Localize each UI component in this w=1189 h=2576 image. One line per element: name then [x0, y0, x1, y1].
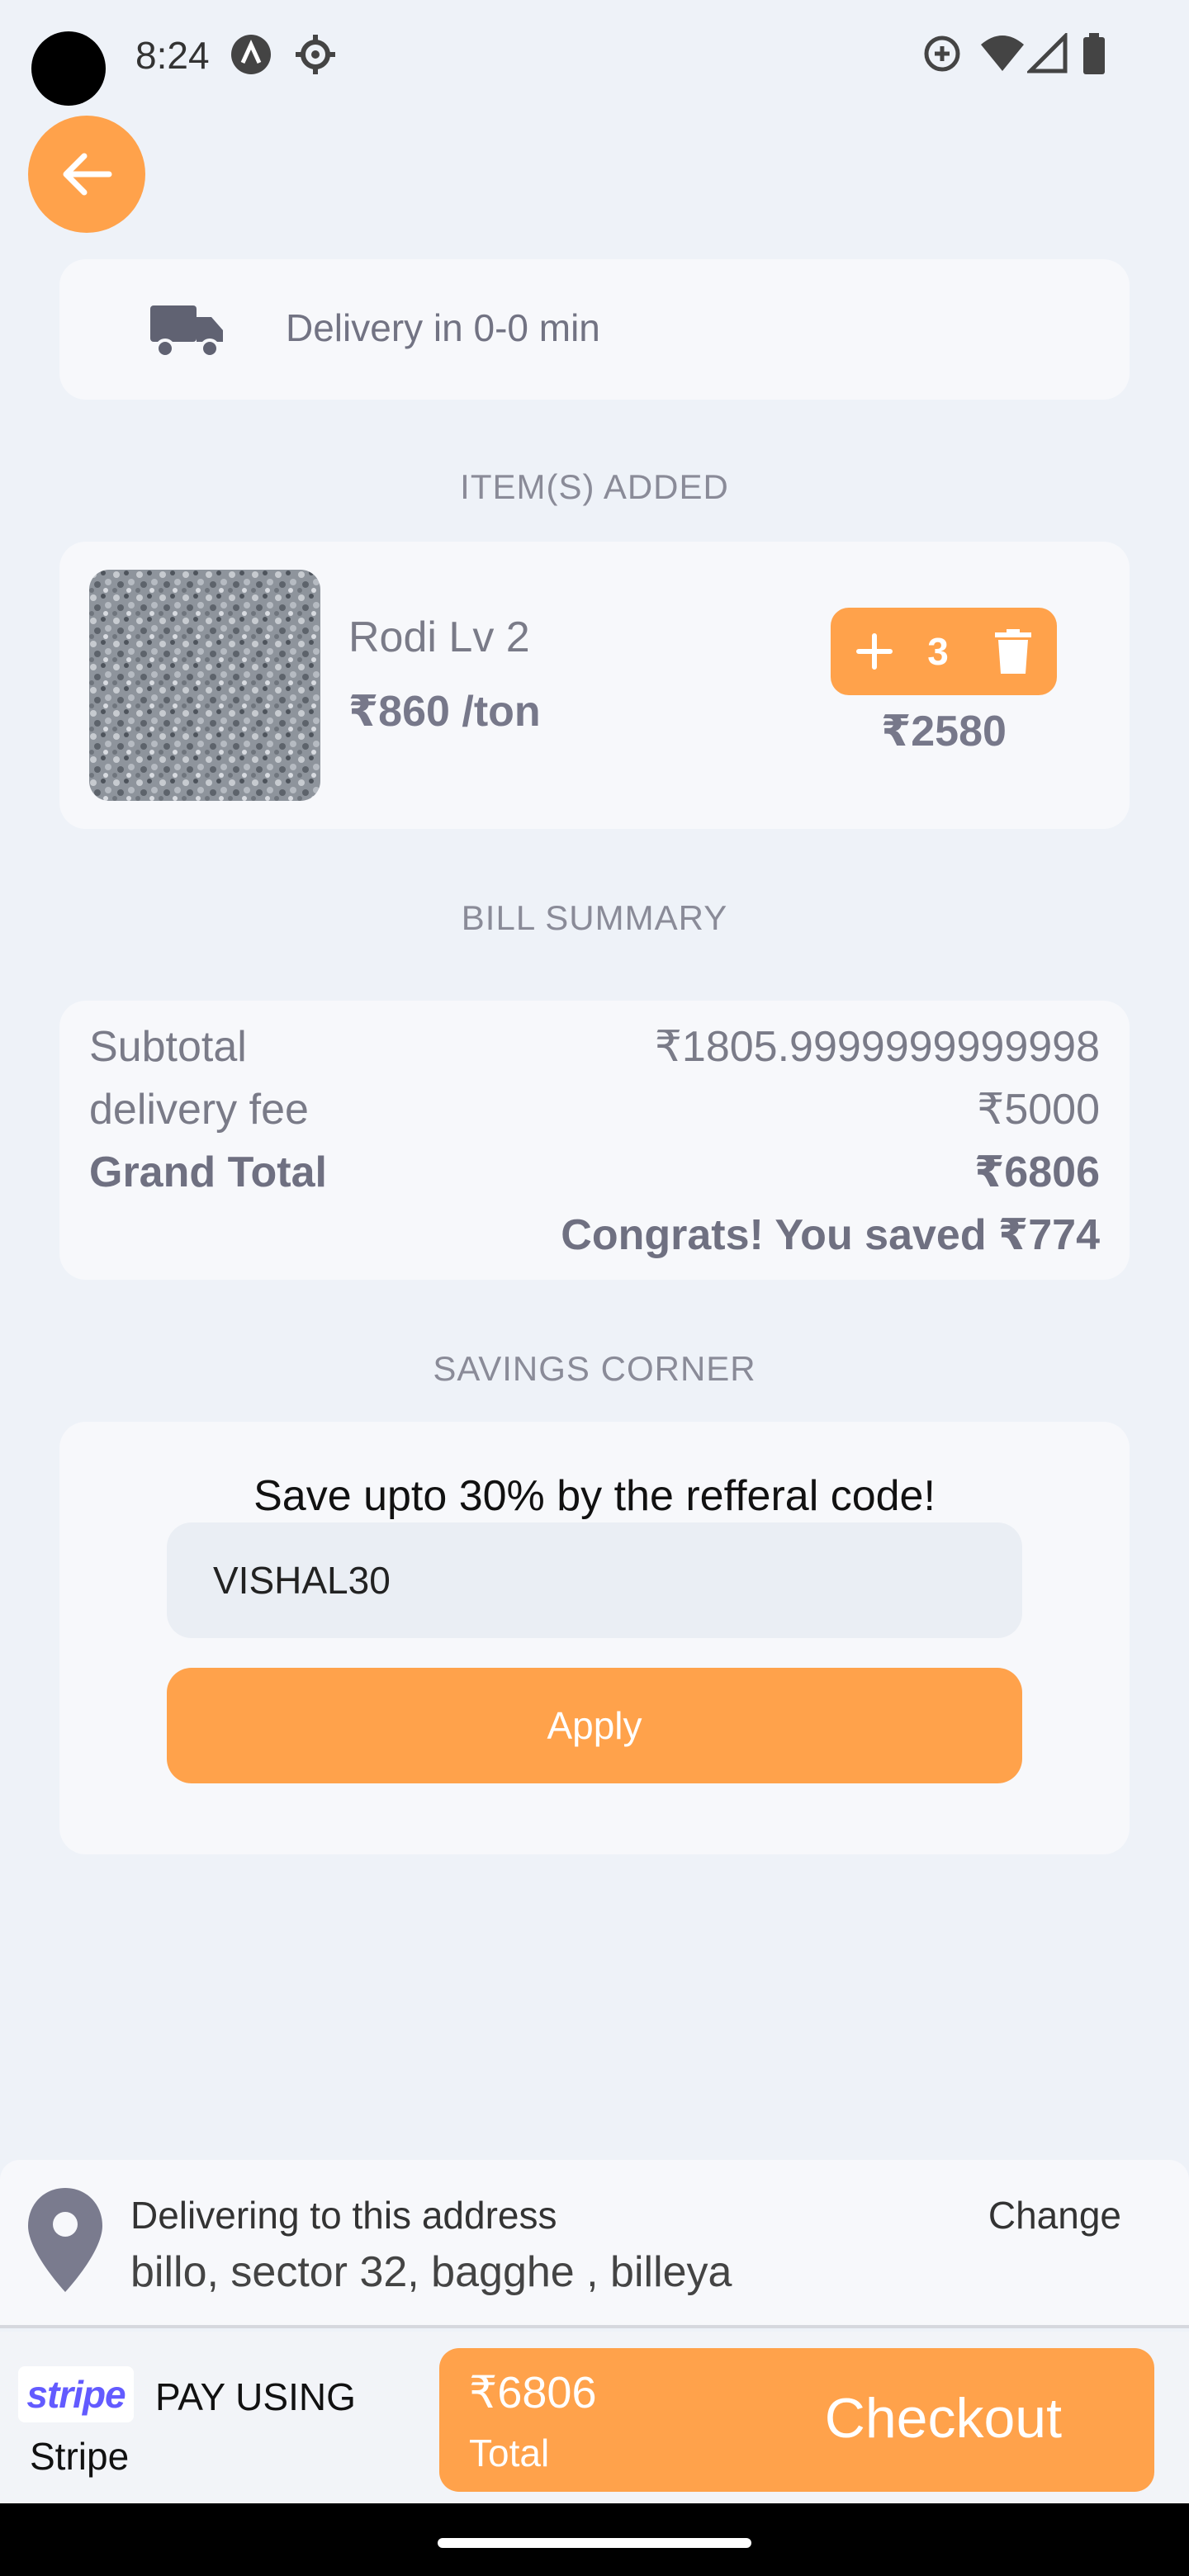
subtotal-row: Subtotal ₹1805.9999999999998	[89, 1022, 1100, 1072]
battery-icon	[1082, 33, 1106, 80]
item-name: Rodi Lv 2	[348, 613, 530, 661]
delivery-time-text: Delivery in 0-0 min	[286, 306, 600, 349]
delivery-info-card: Delivery in 0-0 min	[59, 259, 1130, 400]
bill-summary-card: Subtotal ₹1805.9999999999998 delivery fe…	[59, 1001, 1130, 1280]
camera-cutout	[31, 31, 106, 106]
savings-section-title: SAVINGS CORNER	[433, 1349, 756, 1388]
items-section-title: ITEM(S) ADDED	[460, 467, 729, 506]
stripe-logo: stripe	[18, 2366, 134, 2422]
location-pin-icon	[28, 2188, 102, 2292]
subtotal-value: ₹1805.9999999999998	[654, 1023, 1100, 1071]
back-arrow-icon	[63, 153, 112, 196]
referral-code-input[interactable]	[167, 1522, 1022, 1638]
status-time: 8:24	[135, 34, 210, 77]
delivery-fee-label: delivery fee	[89, 1086, 309, 1134]
item-quantity: 3	[927, 630, 949, 673]
status-bar: 8:24	[0, 0, 1189, 116]
grand-total-value: ₹6806	[974, 1148, 1100, 1196]
home-gesture-handle[interactable]	[438, 2538, 751, 2548]
cart-item-card: Rodi Lv 2 ₹860 /ton 3 ₹2580	[59, 542, 1130, 829]
checkout-amount: ₹6806	[469, 2368, 597, 2417]
checkout-total-label: Total	[469, 2432, 550, 2474]
savings-card: Save upto 30% by the refferal code! Appl…	[59, 1422, 1130, 1854]
apply-code-button[interactable]: Apply	[167, 1668, 1022, 1783]
savings-note-row: Congrats! You saved ₹774	[89, 1210, 1100, 1260]
grand-total-row: Grand Total ₹6806	[89, 1148, 1100, 1197]
increase-quantity-button[interactable]	[849, 626, 900, 677]
address-label: Delivering to this address	[130, 2194, 557, 2237]
savings-note: Congrats! You saved ₹774	[561, 1211, 1100, 1259]
address-value: billo, sector 32, bagghe , billeya	[130, 2248, 732, 2296]
checkout-button[interactable]: ₹6806 Total Checkout	[439, 2348, 1154, 2492]
signal-icon	[1025, 31, 1068, 78]
change-address-link[interactable]: Change	[988, 2193, 1121, 2237]
bill-section-title: BILL SUMMARY	[461, 898, 728, 937]
checkout-bar: stripe PAY USING Stripe ₹6806 Total Chec…	[0, 2332, 1189, 2503]
data-saver-icon	[921, 33, 963, 78]
delivery-address-bar: Delivering to this address billo, sector…	[0, 2160, 1189, 2328]
grand-total-label: Grand Total	[89, 1148, 327, 1196]
item-unit-price: ₹860 /ton	[348, 688, 541, 736]
delivery-fee-value: ₹5000	[977, 1086, 1100, 1134]
remove-item-button[interactable]	[988, 626, 1039, 677]
trash-icon	[995, 629, 1031, 674]
item-total-price: ₹2580	[881, 708, 1007, 755]
plus-icon	[856, 633, 893, 670]
quantity-stepper: 3	[831, 608, 1057, 695]
settings-gear-icon	[294, 33, 337, 80]
subtotal-label: Subtotal	[89, 1023, 247, 1071]
payment-provider-label: Stripe	[30, 2435, 130, 2478]
item-image	[89, 570, 320, 801]
checkout-label: Checkout	[824, 2387, 1062, 2450]
system-navigation-bar	[0, 2503, 1189, 2576]
wifi-icon	[979, 33, 1026, 78]
pay-using-label: PAY USING	[155, 2375, 356, 2418]
referral-headline: Save upto 30% by the refferal code!	[253, 1472, 936, 1520]
truck-icon	[150, 305, 223, 358]
app-a-icon	[230, 33, 272, 80]
delivery-fee-row: delivery fee ₹5000	[89, 1085, 1100, 1134]
back-button[interactable]	[28, 116, 145, 233]
